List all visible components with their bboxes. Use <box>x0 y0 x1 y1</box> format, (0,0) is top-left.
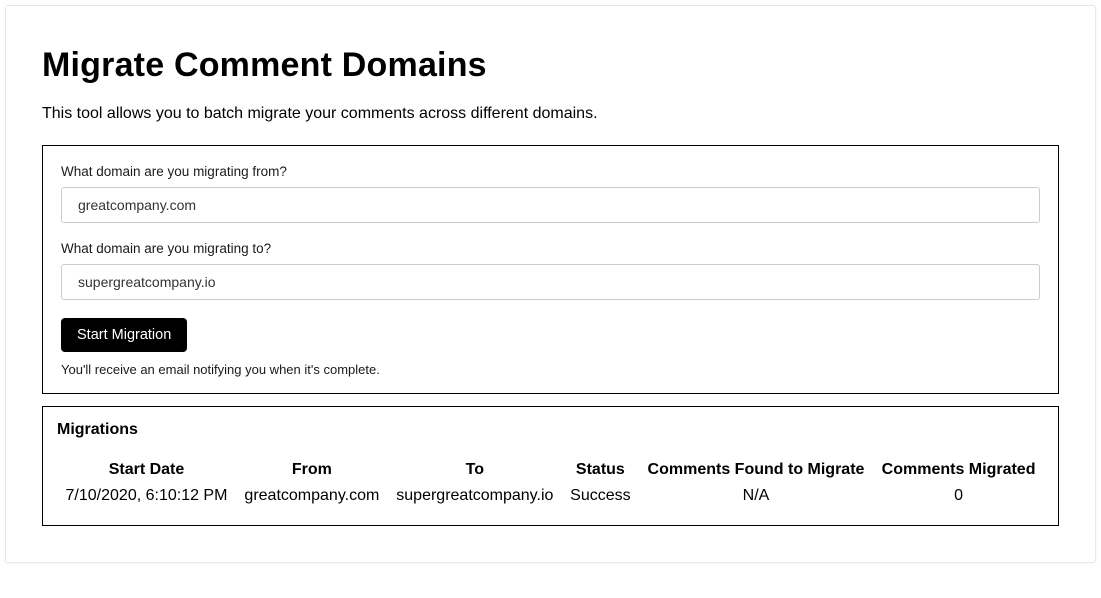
cell-from: greatcompany.com <box>236 487 388 507</box>
col-migrated: Comments Migrated <box>873 457 1044 487</box>
page-description: This tool allows you to batch migrate yo… <box>42 105 1059 123</box>
from-domain-input[interactable] <box>61 187 1040 223</box>
page-title: Migrate Comment Domains <box>42 46 1059 85</box>
col-to: To <box>388 457 562 487</box>
cell-found: N/A <box>639 487 873 507</box>
table-row: 7/10/2020, 6:10:12 PM greatcompany.com s… <box>57 487 1044 507</box>
table-header-row: Start Date From To Status Comments Found… <box>57 457 1044 487</box>
cell-start-date: 7/10/2020, 6:10:12 PM <box>57 487 236 507</box>
migration-form: What domain are you migrating from? What… <box>42 145 1059 394</box>
col-from: From <box>236 457 388 487</box>
migrations-table: Start Date From To Status Comments Found… <box>57 457 1044 507</box>
col-found: Comments Found to Migrate <box>639 457 873 487</box>
form-help-text: You'll receive an email notifying you wh… <box>61 362 1040 377</box>
from-domain-label: What domain are you migrating from? <box>61 164 1040 179</box>
cell-migrated: 0 <box>873 487 1044 507</box>
to-domain-label: What domain are you migrating to? <box>61 241 1040 256</box>
cell-status: Success <box>562 487 639 507</box>
page-container: Migrate Comment Domains This tool allows… <box>5 5 1096 563</box>
col-status: Status <box>562 457 639 487</box>
migrations-title: Migrations <box>57 421 1044 439</box>
cell-to: supergreatcompany.io <box>388 487 562 507</box>
col-start-date: Start Date <box>57 457 236 487</box>
start-migration-button[interactable]: Start Migration <box>61 318 187 352</box>
migrations-section: Migrations Start Date From To Status Com… <box>42 406 1059 526</box>
to-domain-input[interactable] <box>61 264 1040 300</box>
